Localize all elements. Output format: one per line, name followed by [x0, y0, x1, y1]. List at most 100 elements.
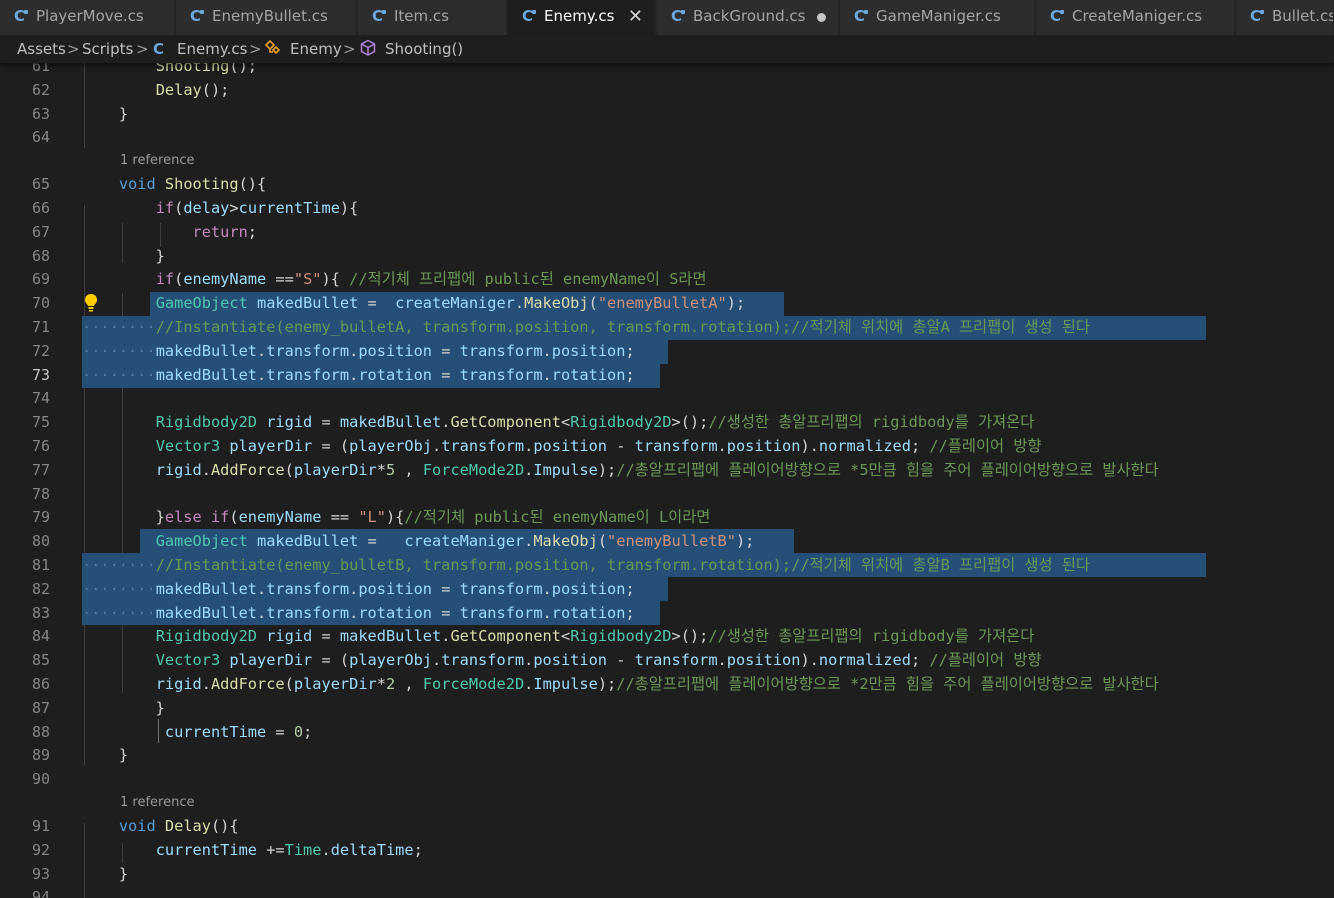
code-line[interactable]: 70 GameObject makedBullet = createManige… — [0, 291, 1334, 315]
code-token: (){ — [238, 175, 267, 194]
code-token: ( — [588, 294, 598, 313]
code-line[interactable]: 63 } — [0, 102, 1334, 126]
code-editor[interactable]: 1 reference 1 reference 61 Shooting(); 62… — [0, 63, 1334, 898]
breadcrumb-class[interactable]: Enemy — [290, 35, 342, 63]
code-line[interactable]: 90 — [0, 767, 1334, 791]
code-token: ){ — [321, 270, 350, 289]
code-token: = ( — [312, 651, 350, 670]
tab-gamemaniger[interactable]: C GameManiger.cs — [840, 0, 1035, 35]
code-line[interactable]: 62 Delay(); — [0, 78, 1334, 102]
code-token: if — [155, 270, 175, 289]
tab-bullet[interactable]: C Bullet.cs — [1236, 0, 1334, 35]
code-line[interactable]: 88 currentTime = 0; — [0, 720, 1334, 744]
code-token: 5 — [385, 460, 396, 479]
code-token: Rigidbody2D — [155, 627, 257, 646]
code-line[interactable]: 66 if(delay>currentTime){ — [0, 196, 1334, 220]
code-token: delay — [183, 199, 230, 217]
breadcrumb-scripts[interactable]: Scripts — [82, 35, 133, 63]
breadcrumb-file[interactable]: Enemy.cs — [177, 35, 247, 63]
code-token: = — [432, 341, 460, 360]
code-text: currentTime +=Time.deltaTime; — [82, 838, 423, 862]
code-line[interactable]: 61 Shooting(); — [0, 63, 1334, 78]
code-line[interactable]: 87 } — [0, 696, 1334, 720]
breadcrumb-assets[interactable]: Assets — [17, 35, 66, 63]
tab-playermove[interactable]: C PlayerMove.cs — [0, 0, 175, 35]
code-token: position — [551, 579, 626, 598]
code-line[interactable]: 75 Rigidbody2D rigid = makedBullet.GetCo… — [0, 410, 1334, 434]
code-lens-reference[interactable]: 1 reference — [120, 149, 194, 173]
code-line[interactable]: 91 void Delay(){ — [0, 814, 1334, 838]
tab-enemybullet[interactable]: C EnemyBullet.cs — [176, 0, 357, 35]
code-line[interactable]: 76 Vector3 playerDir = (playerObj.transf… — [0, 434, 1334, 458]
code-text: void Shooting(){ — [82, 172, 266, 196]
code-token: void — [118, 175, 156, 194]
code-line[interactable]: 93 } — [0, 862, 1334, 886]
code-token: . — [514, 294, 525, 313]
code-token: //적기체 프리팹에 public된 enemyName이 S라면 — [349, 270, 707, 289]
code-token: >(); — [671, 413, 709, 432]
unsaved-dot-icon[interactable] — [817, 13, 826, 22]
code-token: //Instantiate(enemy_bulletA, transform.p… — [155, 318, 1090, 336]
code-text: return; — [82, 220, 257, 244]
code-text: } — [82, 696, 165, 720]
code-line[interactable]: 86 rigid.AddForce(playerDir*2 , ForceMod… — [0, 672, 1334, 696]
code-token: ········ — [82, 556, 156, 574]
code-token: currentTime — [155, 840, 257, 859]
code-token: Delay — [164, 817, 211, 835]
code-line[interactable]: 72 ········makedBullet.transform.position… — [0, 339, 1334, 363]
code-text: }else if(enemyName == "L"){//적기체 public된… — [82, 505, 711, 529]
code-line[interactable]: 67 return; — [0, 220, 1334, 244]
code-line[interactable]: 78 — [0, 482, 1334, 506]
code-token: makedBullet — [155, 365, 257, 384]
code-token: . — [349, 603, 359, 622]
code-line[interactable]: 79 }else if(enemyName == "L"){//적기체 publ… — [0, 505, 1334, 529]
code-text: Rigidbody2D rigid = makedBullet.GetCompo… — [82, 410, 1035, 434]
code-line[interactable]: 94 — [0, 885, 1334, 898]
code-line[interactable]: 85 Vector3 playerDir = (playerObj.transf… — [0, 648, 1334, 672]
code-line[interactable]: 69 if(enemyName =="S"){ //적기체 프리팹에 publi… — [0, 267, 1334, 291]
code-line[interactable]: 65 void Shooting(){ — [0, 172, 1334, 196]
code-line[interactable]: 82 ········makedBullet.transform.position… — [0, 577, 1334, 601]
tab-background[interactable]: C BackGround.cs — [657, 0, 839, 35]
code-line[interactable]: 64 — [0, 125, 1334, 149]
code-token: = ( — [312, 437, 350, 455]
code-token: ){ — [385, 508, 405, 527]
code-line[interactable]: 83 ········makedBullet.transform.rotation… — [0, 601, 1334, 625]
code-token: enemyName — [183, 270, 267, 289]
tab-createmaniger[interactable]: C CreateManiger.cs — [1036, 0, 1235, 35]
code-line[interactable]: 71 ········//Instantiate(enemy_bulletA, t… — [0, 315, 1334, 339]
code-token: position — [358, 579, 433, 598]
code-line[interactable]: 80 GameObject makedBullet = createManige… — [0, 529, 1334, 553]
code-token: ········ — [82, 365, 156, 384]
code-token: playerDir — [293, 460, 377, 479]
breadcrumb-method[interactable]: Shooting() — [385, 35, 463, 63]
code-line[interactable]: 77 rigid.AddForce(playerDir*5 , ForceMod… — [0, 458, 1334, 482]
tab-enemy[interactable]: C Enemy.cs ✕ — [508, 0, 656, 35]
tab-label: Item.cs — [394, 7, 449, 25]
code-text: Delay(); — [82, 78, 230, 102]
code-text: Rigidbody2D rigid = makedBullet.GetCompo… — [82, 624, 1035, 648]
code-line[interactable]: 92 currentTime +=Time.deltaTime; — [0, 838, 1334, 862]
code-line[interactable]: 73 ········makedBullet.transform.rotation… — [0, 363, 1334, 387]
code-token: ; — [303, 722, 313, 741]
close-icon[interactable]: ✕ — [628, 0, 643, 33]
code-line[interactable]: 68 } — [0, 244, 1334, 268]
code-lens-reference[interactable]: 1 reference — [120, 791, 194, 815]
code-line[interactable]: 81 ········//Instantiate(enemy_bulletB, t… — [0, 553, 1334, 577]
line-number: 76 — [31, 437, 50, 455]
code-token: - — [607, 437, 635, 455]
code-token: , — [395, 460, 423, 479]
code-line[interactable]: 84 Rigidbody2D rigid = makedBullet.GetCo… — [0, 624, 1334, 648]
code-token: rotation — [358, 603, 433, 622]
code-token: . — [717, 437, 727, 455]
code-text: ········makedBullet.transform.position =… — [82, 339, 635, 363]
code-line[interactable]: 89 } — [0, 743, 1334, 767]
code-line[interactable]: 74 — [0, 386, 1334, 410]
tab-item[interactable]: C Item.cs — [358, 0, 507, 35]
code-token: rigid — [155, 460, 202, 479]
